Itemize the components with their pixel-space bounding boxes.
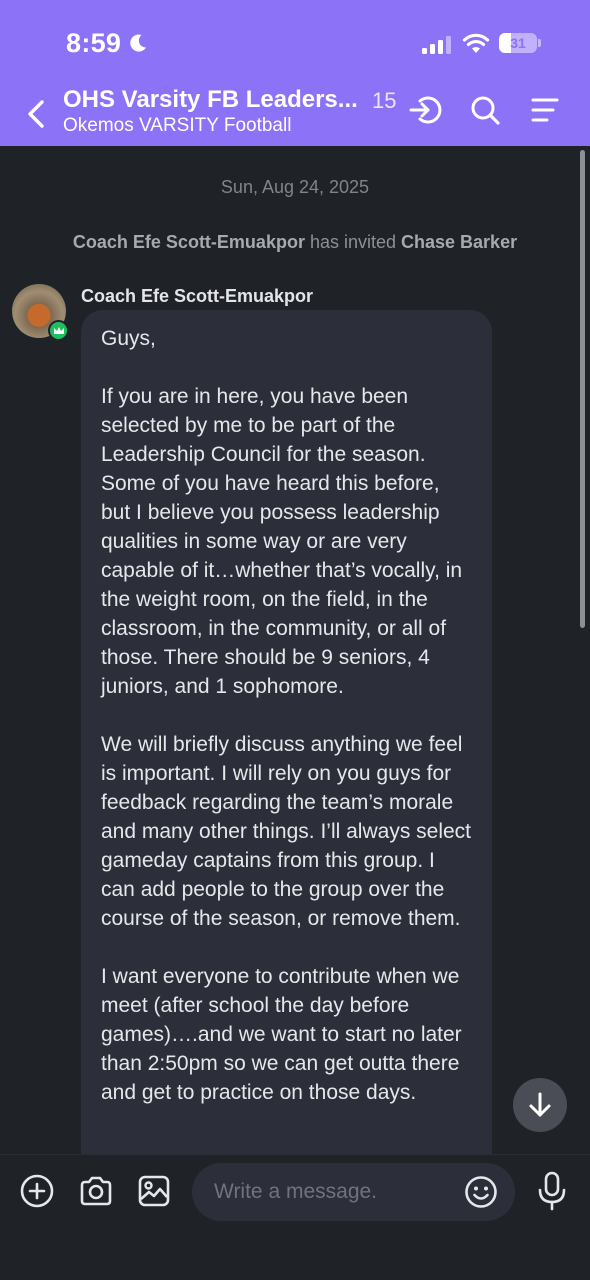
- join-call-icon: [409, 96, 442, 124]
- emoji-button[interactable]: [463, 1174, 499, 1210]
- member-count: 15: [372, 88, 397, 113]
- arrow-down-icon: [529, 1092, 551, 1117]
- scrollbar[interactable]: [580, 150, 585, 628]
- join-call-button[interactable]: [407, 92, 443, 128]
- message-paragraph: I want everyone to contribute when we me…: [101, 965, 462, 1104]
- menu-icon: [531, 98, 559, 122]
- gallery-button[interactable]: [136, 1173, 172, 1209]
- system-message: Coach Efe Scott-Emuakpor has invited Cha…: [0, 232, 590, 253]
- sender-name[interactable]: Coach Efe Scott-Emuakpor: [81, 286, 313, 307]
- battery-icon: 31: [499, 33, 541, 53]
- chat-title[interactable]: OHS Varsity FB Leaders...: [63, 86, 363, 114]
- message-input-container[interactable]: [192, 1163, 515, 1221]
- message-bubble[interactable]: Guys, If you are in here, you have been …: [81, 310, 492, 1154]
- moon-icon: [130, 34, 146, 52]
- system-action: has invited: [304, 232, 402, 252]
- admin-badge: [48, 320, 69, 341]
- status-time: 8:59: [66, 28, 122, 58]
- invitee-name: Chase Barker: [401, 232, 518, 252]
- app-header: 8:59 31 OHS Varsity FB Leaders... Okemos…: [0, 0, 590, 146]
- inviter-name: Coach Efe Scott-Emuakpor: [72, 232, 305, 252]
- microphone-icon: [538, 1171, 566, 1211]
- back-icon: [28, 100, 44, 128]
- camera-button[interactable]: [78, 1173, 114, 1209]
- chat-subtitle: Okemos VARSITY Football: [63, 115, 292, 136]
- search-icon: [471, 96, 500, 125]
- cellular-signal-icon: [422, 36, 451, 54]
- battery-level: 31: [510, 35, 526, 51]
- search-button[interactable]: [467, 92, 503, 128]
- back-button[interactable]: [20, 96, 52, 132]
- add-icon: [20, 1174, 54, 1208]
- message-paragraph: We will briefly discuss anything we feel…: [101, 733, 472, 930]
- screen: 8:59 31 OHS Varsity FB Leaders... Okemos…: [0, 0, 590, 1280]
- message-paragraph: Guys,: [101, 327, 156, 350]
- message-text: Guys, If you are in here, you have been …: [101, 324, 474, 1107]
- microphone-button[interactable]: [534, 1171, 570, 1211]
- menu-button[interactable]: [527, 92, 563, 128]
- gallery-icon: [138, 1175, 170, 1207]
- chat-area[interactable]: Sun, Aug 24, 2025 Coach Efe Scott-Emuakp…: [0, 146, 590, 1154]
- avatar[interactable]: [12, 284, 69, 341]
- add-button[interactable]: [19, 1173, 55, 1209]
- date-separator: Sun, Aug 24, 2025: [220, 177, 370, 197]
- message-paragraph: If you are in here, you have been select…: [101, 385, 463, 698]
- wifi-icon: [462, 33, 490, 53]
- emoji-icon: [465, 1176, 497, 1208]
- camera-icon: [80, 1176, 112, 1206]
- message-input[interactable]: [214, 1163, 454, 1221]
- scroll-to-bottom-button[interactable]: [513, 1078, 567, 1132]
- message-composer: [0, 1154, 590, 1280]
- crown-icon: [53, 326, 64, 334]
